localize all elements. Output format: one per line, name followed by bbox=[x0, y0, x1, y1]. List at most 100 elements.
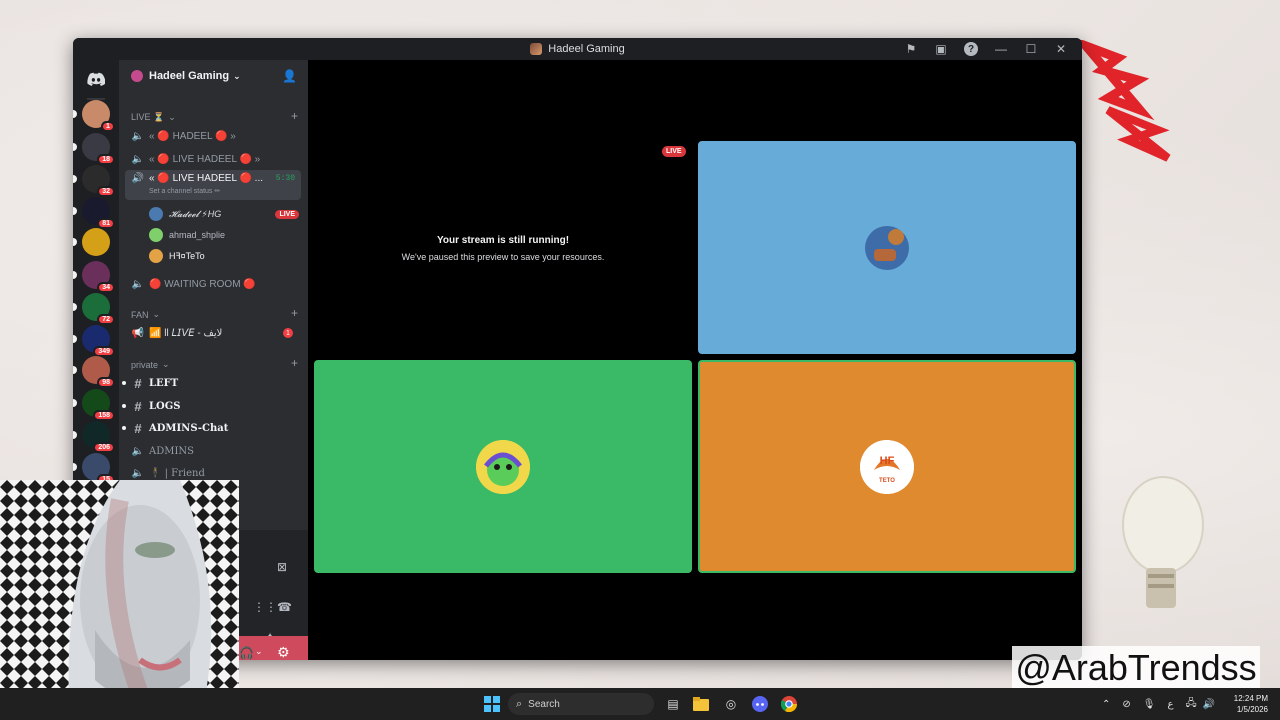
server-unread-pill bbox=[73, 207, 77, 215]
text-channel-admins-chat[interactable]: # ADMINS-Chat bbox=[122, 418, 301, 438]
voice-member[interactable]: 𝓗𝓪𝓭𝓮𝓮𝓵 ⚡HG LIVE bbox=[149, 205, 299, 223]
avatar bbox=[149, 249, 163, 263]
member-name: ahmad_shplie bbox=[169, 230, 226, 240]
server-mention-badge: 32 bbox=[97, 186, 115, 197]
lightning-graphic bbox=[1078, 40, 1171, 162]
speaker-icon: 📢 bbox=[131, 327, 145, 339]
server-icon[interactable]: 34 bbox=[73, 261, 115, 293]
hang-up-icon[interactable]: ☎ bbox=[277, 600, 292, 614]
search-placeholder: Search bbox=[528, 698, 560, 710]
server-mention-badge: 72 bbox=[97, 314, 115, 325]
watermark-text: @ArabTrendss bbox=[1012, 646, 1260, 690]
server-icon[interactable]: 349 bbox=[73, 325, 115, 357]
server-unread-pill bbox=[73, 143, 77, 151]
invite-member-icon[interactable]: 👤 bbox=[282, 69, 297, 83]
discord-taskbar-icon[interactable] bbox=[751, 694, 769, 714]
add-channel-icon[interactable]: + bbox=[291, 109, 298, 123]
speaker-icon: 🔈 bbox=[131, 445, 145, 457]
headphones-icon[interactable]: 🎧 bbox=[239, 646, 254, 660]
category-fan[interactable]: FAN ⌄ bbox=[131, 309, 160, 320]
voice-channel-fan-live[interactable]: 📢 📶 ll 𝘓𝘐𝘝𝘌 - لايف 1 bbox=[125, 323, 301, 343]
server-icon[interactable] bbox=[73, 228, 110, 256]
system-clock[interactable]: 12:24 PM 1/5/2026 bbox=[1234, 693, 1268, 715]
channel-label: 🕴 | Friend bbox=[149, 467, 205, 479]
microphone-icon[interactable]: 🎙 bbox=[1143, 699, 1156, 710]
server-unread-pill bbox=[73, 271, 77, 279]
help-icon[interactable]: ? bbox=[964, 42, 978, 56]
soundboard-icon[interactable]: ⋮⋮ bbox=[253, 600, 277, 614]
text-channel-left[interactable]: # LEFT bbox=[122, 373, 301, 393]
language-indicator[interactable]: ع bbox=[1167, 699, 1173, 710]
channel-label: LOGS bbox=[149, 400, 181, 412]
add-channel-icon[interactable]: + bbox=[291, 356, 298, 370]
voice-channel-waiting-room[interactable]: 🔈 🔴 WAITING ROOM 🔴 bbox=[125, 274, 301, 294]
channel-label: ADMINS-Chat bbox=[149, 422, 229, 434]
participant-tile-green[interactable] bbox=[314, 360, 692, 573]
close-button[interactable]: ✕ bbox=[1046, 38, 1076, 60]
gear-icon[interactable]: ⚙ bbox=[277, 644, 290, 660]
add-channel-icon[interactable]: + bbox=[291, 306, 298, 320]
live-badge: LIVE bbox=[275, 209, 299, 219]
server-unread-pill bbox=[73, 335, 77, 343]
volume-icon[interactable]: 🔊 bbox=[1203, 699, 1215, 710]
chevron-down-icon: ⌄ bbox=[152, 309, 161, 319]
server-unread-pill bbox=[73, 238, 77, 246]
server-icon[interactable]: 158 bbox=[73, 389, 115, 421]
live-badge: LIVE bbox=[662, 146, 686, 157]
webcam-overlay bbox=[0, 480, 239, 720]
windows-start-icon[interactable] bbox=[482, 694, 502, 714]
server-icon[interactable]: 81 bbox=[73, 197, 115, 229]
speaker-icon: 🔊 bbox=[131, 173, 145, 184]
lightbulb-graphic bbox=[1118, 470, 1208, 620]
participant-tile-blue[interactable] bbox=[698, 141, 1076, 354]
unread-indicator bbox=[122, 404, 126, 408]
voice-channel-live-hadeel-active[interactable]: 🔊 « 🔴 LIVE HADEEL 🔴 ... 5:30 Set a chann… bbox=[125, 170, 301, 200]
category-label: LIVE ⏳ bbox=[131, 112, 165, 122]
taskbar-search[interactable]: ⌕ Search bbox=[508, 693, 654, 715]
discord-home-button[interactable] bbox=[81, 64, 111, 94]
server-mention-badge: 18 bbox=[97, 154, 115, 165]
participant-tile-orange[interactable]: HF TETO bbox=[698, 360, 1076, 573]
chevron-up-icon[interactable]: ⌃ bbox=[1102, 699, 1110, 710]
server-icon[interactable]: 15 bbox=[73, 453, 115, 485]
chrome-icon[interactable] bbox=[780, 694, 798, 714]
voice-channel-hadeel[interactable]: 🔈 « 🔴 HADEEL 🔴 » bbox=[125, 126, 301, 146]
server-unread-pill bbox=[73, 431, 77, 439]
speaker-icon: 🔈 bbox=[131, 130, 145, 142]
server-icon[interactable]: 72 bbox=[73, 293, 115, 325]
server-icon[interactable]: 1 bbox=[73, 100, 115, 132]
voice-member[interactable]: ahmad_shplie bbox=[149, 226, 299, 244]
minimize-button[interactable]: — bbox=[986, 38, 1016, 60]
server-icon[interactable]: 18 bbox=[73, 133, 115, 165]
inbox-flag-icon[interactable]: ⚑ bbox=[896, 38, 926, 60]
server-icon[interactable]: 206 bbox=[73, 421, 115, 453]
disconnect-screen-icon[interactable]: ⊠ bbox=[277, 560, 287, 574]
voice-channel-live-hadeel[interactable]: 🔈 « 🔴 LIVE HADEEL 🔴 » bbox=[125, 149, 301, 169]
category-private[interactable]: private ⌄ bbox=[131, 359, 170, 370]
hashtag-icon: # bbox=[134, 375, 142, 391]
category-live[interactable]: LIVE ⏳ ⌄ bbox=[131, 112, 176, 123]
server-header[interactable]: Hadeel Gaming ⌄ bbox=[119, 60, 308, 92]
avatar-label: TETO bbox=[879, 477, 895, 484]
server-icon[interactable]: 98 bbox=[73, 356, 115, 388]
channel-status[interactable]: Set a channel status ✏ bbox=[149, 187, 220, 195]
channel-label: 🔴 WAITING ROOM 🔴 bbox=[149, 278, 256, 290]
text-channel-logs[interactable]: # LOGS bbox=[122, 396, 301, 416]
chevron-down-icon[interactable]: ⌄ bbox=[255, 646, 263, 657]
task-view-icon[interactable]: ▤ bbox=[664, 694, 682, 714]
chevron-down-icon: ⌄ bbox=[168, 112, 176, 122]
voice-channel-admins[interactable]: 🔈 ADMINS bbox=[125, 441, 301, 461]
category-label: FAN bbox=[131, 309, 149, 320]
file-explorer-icon[interactable] bbox=[692, 694, 710, 714]
channel-label: 📶 ll 𝘓𝘐𝘝𝘌 - لايف bbox=[149, 327, 223, 339]
clock-date: 1/5/2026 bbox=[1236, 705, 1268, 714]
paused-stream-tile[interactable]: Your stream is still running! We've paus… bbox=[314, 142, 692, 354]
hidden-icons-icon[interactable]: ⊘ bbox=[1122, 699, 1130, 710]
voice-member[interactable]: Hꟻ¤TeTo bbox=[149, 247, 299, 265]
steam-icon[interactable]: ◎ bbox=[722, 694, 740, 714]
maximize-button[interactable]: ☐ bbox=[1016, 38, 1046, 60]
network-icon[interactable]: 🖧 bbox=[1185, 696, 1196, 713]
screen-share-icon[interactable]: ▣ bbox=[926, 38, 956, 60]
server-mention-badge: 34 bbox=[97, 282, 115, 293]
server-icon[interactable]: 32 bbox=[73, 165, 115, 197]
